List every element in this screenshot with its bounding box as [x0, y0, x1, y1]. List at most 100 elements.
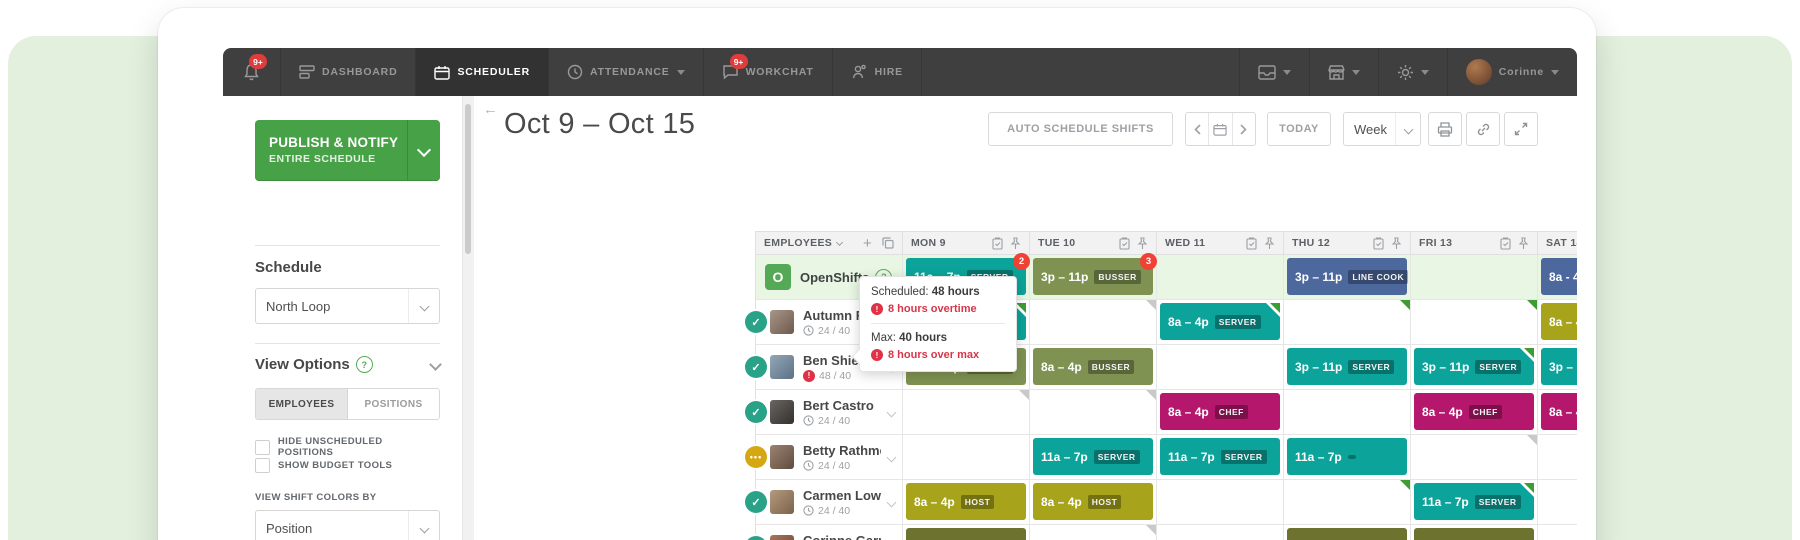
- nav-item-scheduler[interactable]: SCHEDULER: [416, 48, 549, 96]
- employees-header-cell[interactable]: EMPLOYEES +: [756, 232, 903, 255]
- chevron-down-icon[interactable]: [429, 358, 442, 371]
- toggle-employees[interactable]: EMPLOYEES: [256, 389, 347, 419]
- shift[interactable]: 3p – 11p MANAGER: [1414, 528, 1534, 540]
- schedule-cell[interactable]: 3p – 11p MANAGER: [903, 525, 1030, 540]
- schedule-cell[interactable]: 3p – 11p LINE COOK: [1284, 255, 1411, 300]
- store-menu-button[interactable]: [1309, 48, 1378, 96]
- fullscreen-button[interactable]: [1504, 112, 1538, 146]
- schedule-cell[interactable]: 8a – 4p CHEF: [1411, 390, 1538, 435]
- schedule-cell[interactable]: 3p – 11p BUSSER 3: [1030, 255, 1157, 300]
- pin-icon[interactable]: [1137, 237, 1148, 250]
- nav-item-dashboard[interactable]: DASHBOARD: [281, 48, 416, 96]
- range-select[interactable]: Week: [1343, 112, 1421, 146]
- copy-icon[interactable]: [882, 237, 894, 249]
- schedule-cell[interactable]: 11a – 7p: [1284, 435, 1411, 480]
- schedule-cell[interactable]: [1157, 525, 1284, 540]
- clipboard-check-icon[interactable]: [1373, 237, 1384, 250]
- settings-menu-button[interactable]: [1378, 48, 1447, 96]
- schedule-cell[interactable]: 3p – 11p SERVER: [1284, 345, 1411, 390]
- schedule-cell[interactable]: [903, 390, 1030, 435]
- checkbox[interactable]: [255, 440, 270, 455]
- clipboard-check-icon[interactable]: [1119, 237, 1130, 250]
- schedule-cell[interactable]: [1538, 480, 1577, 525]
- schedule-cell[interactable]: 8a – 4p HOST: [1538, 300, 1577, 345]
- today-button[interactable]: TODAY: [1267, 112, 1331, 146]
- schedule-cell[interactable]: [1030, 525, 1157, 540]
- shift[interactable]: 8a – 4p CHEF: [1160, 393, 1280, 430]
- day-header-cell[interactable]: THU 12: [1284, 232, 1411, 255]
- shift[interactable]: 8a – 4p HOST: [1033, 483, 1153, 520]
- schedule-cell[interactable]: 8a - 4p LINE COOK: [1538, 255, 1577, 300]
- shift[interactable]: 3p – 11p BUSSER 3: [1033, 258, 1153, 295]
- day-header-cell[interactable]: FRI 13: [1411, 232, 1538, 255]
- schedule-cell[interactable]: [1411, 255, 1538, 300]
- nav-item-attendance[interactable]: ATTENDANCE: [549, 48, 704, 96]
- chevron-down-icon[interactable]: [887, 498, 897, 508]
- prev-week-button[interactable]: [1186, 113, 1208, 145]
- schedule-cell[interactable]: [1030, 390, 1157, 435]
- inbox-menu-button[interactable]: [1239, 48, 1309, 96]
- hide-unscheduled-checkbox-row[interactable]: HIDE UNSCHEDULED POSITIONS: [255, 436, 440, 458]
- employee-cell[interactable]: ✓ Carmen Lowe 24 / 40: [756, 480, 903, 525]
- shift[interactable]: 3p – 11p LINE COOK: [1287, 258, 1407, 295]
- schedule-cell[interactable]: 3p – 11p SERVER: [1411, 345, 1538, 390]
- notifications-button[interactable]: 9+: [223, 48, 281, 96]
- schedule-cell[interactable]: [1411, 435, 1538, 480]
- share-link-button[interactable]: [1466, 112, 1500, 146]
- shift[interactable]: 3p – 11p SERVER: [1287, 348, 1407, 385]
- employee-cell[interactable]: ✓ Bert Castro 24 / 40: [756, 390, 903, 435]
- shift[interactable]: 11a – 7p SERVER: [1033, 438, 1153, 475]
- checkbox[interactable]: [255, 458, 270, 473]
- schedule-cell[interactable]: [1284, 480, 1411, 525]
- schedule-cell[interactable]: 3p – 11p MANAGER: [1284, 525, 1411, 540]
- toggle-positions[interactable]: POSITIONS: [347, 389, 439, 419]
- next-week-button[interactable]: [1232, 113, 1255, 145]
- schedule-cell[interactable]: 8a – 4p CHEF: [1157, 390, 1284, 435]
- schedule-cell[interactable]: 8a – 4p HOST: [1030, 480, 1157, 525]
- shift[interactable]: 11a – 7p: [1287, 438, 1407, 475]
- employee-cell[interactable]: ✓ Corinne Garris… 24 / 40: [756, 525, 903, 540]
- day-header-cell[interactable]: WED 11: [1157, 232, 1284, 255]
- shift[interactable]: 8a – 4p CHEF: [1541, 393, 1577, 430]
- clipboard-check-icon[interactable]: [1246, 237, 1257, 250]
- pin-icon[interactable]: [1518, 237, 1529, 250]
- schedule-cell[interactable]: [1284, 300, 1411, 345]
- schedule-cell[interactable]: 8a – 4p HOST: [903, 480, 1030, 525]
- schedule-cell[interactable]: [1411, 300, 1538, 345]
- day-header-cell[interactable]: MON 9: [903, 232, 1030, 255]
- schedule-cell[interactable]: 11a – 7p SERVER: [1157, 435, 1284, 480]
- shift[interactable]: 3p – 11p MANAGER: [1287, 528, 1407, 540]
- schedule-cell[interactable]: [903, 435, 1030, 480]
- schedule-cell[interactable]: [1157, 345, 1284, 390]
- schedule-cell[interactable]: 3p – 11p MANAGER: [1411, 525, 1538, 540]
- nav-item-workchat[interactable]: 9+ WORKCHAT: [704, 48, 833, 96]
- shift[interactable]: 3p – 11p MANAGER: [906, 528, 1026, 540]
- clipboard-check-icon[interactable]: [1500, 237, 1511, 250]
- schedule-cell[interactable]: 8a – 4p SERVER: [1157, 300, 1284, 345]
- shift[interactable]: 11a – 7p SERVER: [1160, 438, 1280, 475]
- day-header-cell[interactable]: TUE 10: [1030, 232, 1157, 255]
- chevron-down-icon[interactable]: [887, 453, 897, 463]
- print-button[interactable]: [1428, 112, 1462, 146]
- publish-notify-button[interactable]: PUBLISH & NOTIFY ENTIRE SCHEDULE: [255, 120, 440, 180]
- help-icon[interactable]: ?: [356, 356, 373, 373]
- shift[interactable]: 8a – 4p BUSSER: [1033, 348, 1153, 385]
- scrollbar-thumb[interactable]: [465, 104, 471, 254]
- schedule-cell[interactable]: [1030, 300, 1157, 345]
- show-budget-checkbox-row[interactable]: SHOW BUDGET TOOLS: [255, 458, 392, 473]
- schedule-cell[interactable]: [1538, 525, 1577, 540]
- pin-icon[interactable]: [1264, 237, 1275, 250]
- pin-icon[interactable]: [1391, 237, 1402, 250]
- shift[interactable]: 11a – 7p SERVER: [1414, 483, 1534, 520]
- employee-cell[interactable]: ••• Betty Rathmen 24 / 40: [756, 435, 903, 480]
- shift[interactable]: 8a - 4p LINE COOK: [1541, 258, 1577, 295]
- schedule-cell[interactable]: 8a – 4p BUSSER: [1030, 345, 1157, 390]
- calendar-picker-button[interactable]: [1208, 113, 1231, 145]
- schedule-cell[interactable]: [1157, 255, 1284, 300]
- schedule-select[interactable]: North Loop: [255, 288, 440, 324]
- schedule-cell[interactable]: 3p – 11p SERVER: [1538, 345, 1577, 390]
- auto-schedule-button[interactable]: AUTO SCHEDULE SHIFTS: [988, 112, 1173, 146]
- day-header-cell[interactable]: SAT 14: [1538, 232, 1577, 255]
- chevron-down-icon[interactable]: [887, 408, 897, 418]
- shift[interactable]: 3p – 11p SERVER: [1414, 348, 1534, 385]
